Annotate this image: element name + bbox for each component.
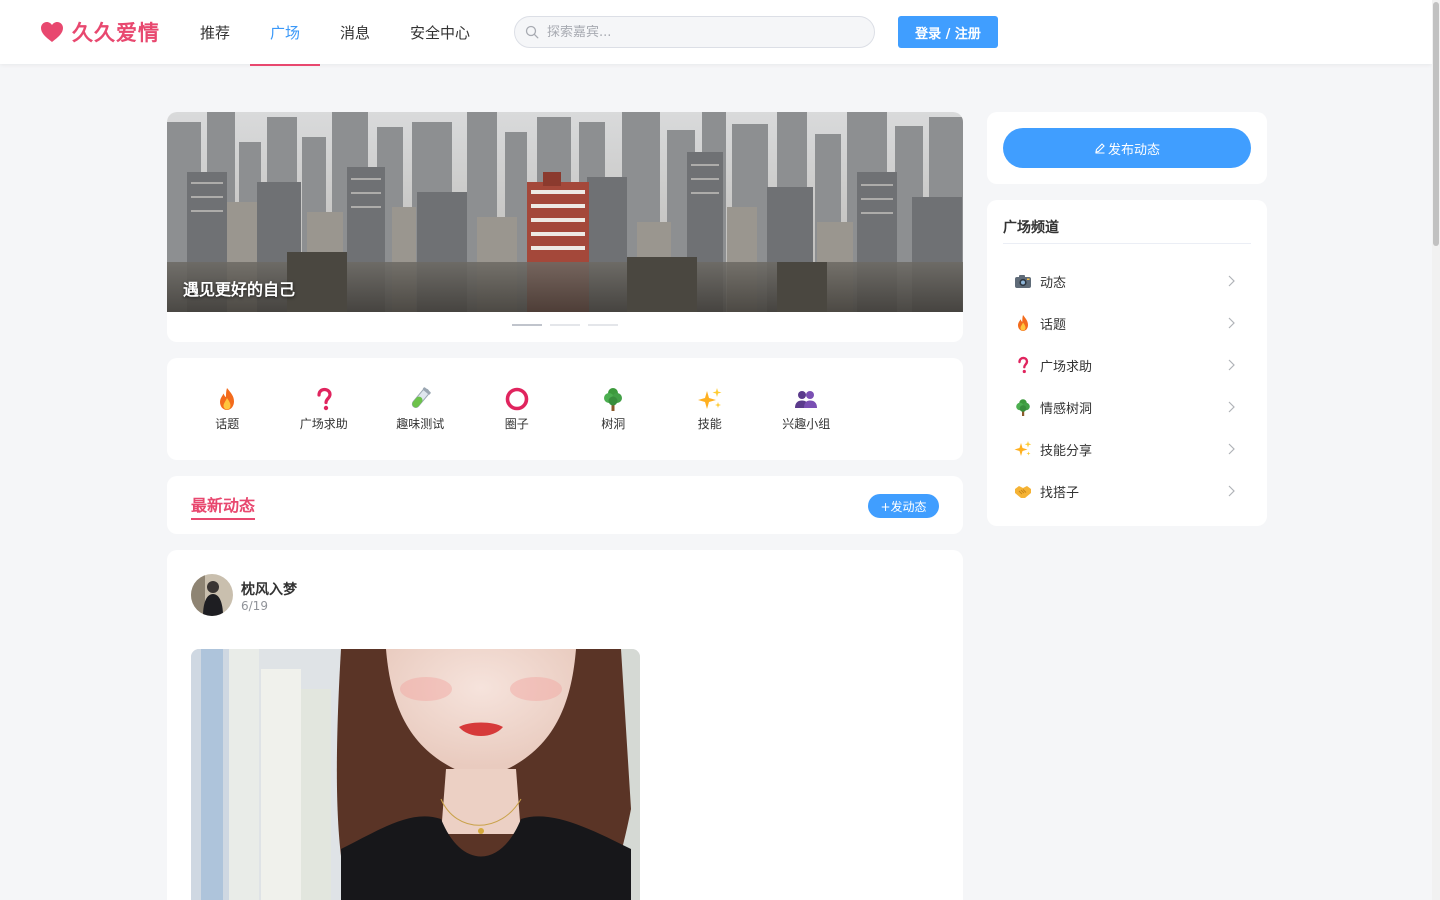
channel-panel: 广场频道 动态 话题 广场求助 情感树洞 技能分享 找搭子 [987,200,1267,526]
category-label: 趣味测试 [396,417,445,431]
channel-item-skill-share[interactable]: 技能分享 [1003,428,1251,470]
category-circle[interactable]: 圈子 [469,385,566,432]
top-header: 久久爱情 推荐 广场 消息 安全中心 登录 / 注册 [0,0,1432,66]
scrollbar-thumb[interactable] [1433,2,1439,246]
circle-icon [505,387,529,411]
group-icon [795,391,818,408]
chevron-right-icon [1228,401,1235,413]
search-icon [525,25,539,39]
category-skills[interactable]: 技能 [662,385,759,432]
channel-item-feed[interactable]: 动态 [1003,260,1251,302]
category-tree-hole[interactable]: 树洞 [565,385,662,432]
chevron-right-icon [1228,443,1235,455]
main-nav: 推荐 广场 消息 安全中心 [180,0,490,66]
carousel-dot[interactable] [550,324,580,326]
post-card: 枕风入梦 6/19 [167,550,963,900]
test-tube-icon [412,387,432,408]
heart-icon [41,22,63,42]
carousel-dot[interactable] [512,324,542,326]
publish-post-button[interactable]: 发布动态 [1003,128,1251,168]
category-label: 技能 [697,417,722,431]
camera-icon [1015,275,1031,288]
nav-item-messages[interactable]: 消息 [320,0,390,64]
latest-posts-header: 最新动态 +发动态 [167,476,963,534]
chevron-right-icon [1228,317,1235,329]
sparkles-icon [1014,441,1032,456]
banner-caption: 遇见更好的自己 [183,280,296,299]
post-date: 6/19 [241,599,268,613]
post-photo[interactable] [191,649,640,900]
channel-label: 动态 [1040,275,1067,291]
channel-label: 话题 [1040,317,1067,333]
search-box [514,16,875,48]
category-label: 树洞 [601,417,626,431]
chevron-right-icon [1228,359,1235,371]
edit-pen-icon [1095,143,1105,154]
page-scrollbar[interactable] [1432,0,1440,900]
category-label: 广场求助 [299,417,348,431]
fire-icon [220,388,235,410]
carousel-indicators [512,324,618,326]
nav-item-square[interactable]: 广场 [250,0,321,66]
carousel-dot[interactable] [588,324,618,326]
logo[interactable]: 久久爱情 [40,18,160,46]
channel-label: 情感树洞 [1040,401,1093,417]
fire-icon [1018,315,1028,331]
category-label: 话题 [215,417,240,431]
tree-icon [604,388,623,411]
handshake-icon [1015,486,1031,498]
user-avatar-image [191,574,233,616]
chevron-right-icon [1228,275,1235,287]
channel-panel-title: 广场频道 [1003,220,1059,236]
channel-item-find-partner[interactable]: 找搭子 [1003,470,1251,512]
channel-item-topics[interactable]: 话题 [1003,302,1251,344]
question-icon [317,387,332,411]
chevron-right-icon [1228,485,1235,497]
new-post-button[interactable]: +发动态 [868,494,939,518]
publish-post-label: 发布动态 [1107,142,1160,158]
sparkles-icon [697,388,722,409]
question-icon [1018,356,1029,374]
post-username[interactable]: 枕风入梦 [241,579,297,599]
channel-list: 动态 话题 广场求助 情感树洞 技能分享 找搭子 [1003,260,1251,512]
tree-icon [1016,399,1030,416]
channel-label: 找搭子 [1040,485,1080,501]
nav-item-safety-center[interactable]: 安全中心 [390,0,490,64]
category-label: 兴趣小组 [782,417,831,431]
logo-text: 久久爱情 [72,21,160,45]
category-fun-test[interactable]: 趣味测试 [372,385,469,432]
channel-item-tree-hole[interactable]: 情感树洞 [1003,386,1251,428]
search-input[interactable] [547,24,847,40]
banner-slide[interactable]: 遇见更好的自己 [167,112,963,312]
portrait-photo [191,649,640,900]
latest-posts-title[interactable]: 最新动态 [191,492,256,520]
publish-card: 发布动态 [987,112,1267,184]
channel-item-help[interactable]: 广场求助 [1003,344,1251,386]
channel-label: 广场求助 [1040,359,1093,375]
category-bar: 话题 广场求助 趣味测试 圈子 树洞 技能 兴趣小组 [167,358,963,460]
channel-label: 技能分享 [1040,443,1093,459]
nav-item-recommend[interactable]: 推荐 [180,0,250,64]
category-label: 圈子 [504,417,529,431]
login-register-button[interactable]: 登录 / 注册 [898,16,998,48]
category-interest-group[interactable]: 兴趣小组 [758,385,855,432]
category-help[interactable]: 广场求助 [276,385,373,432]
avatar[interactable] [191,574,233,616]
category-topic[interactable]: 话题 [179,385,276,432]
banner-carousel: 遇见更好的自己 [167,112,963,342]
divider [1003,243,1251,244]
